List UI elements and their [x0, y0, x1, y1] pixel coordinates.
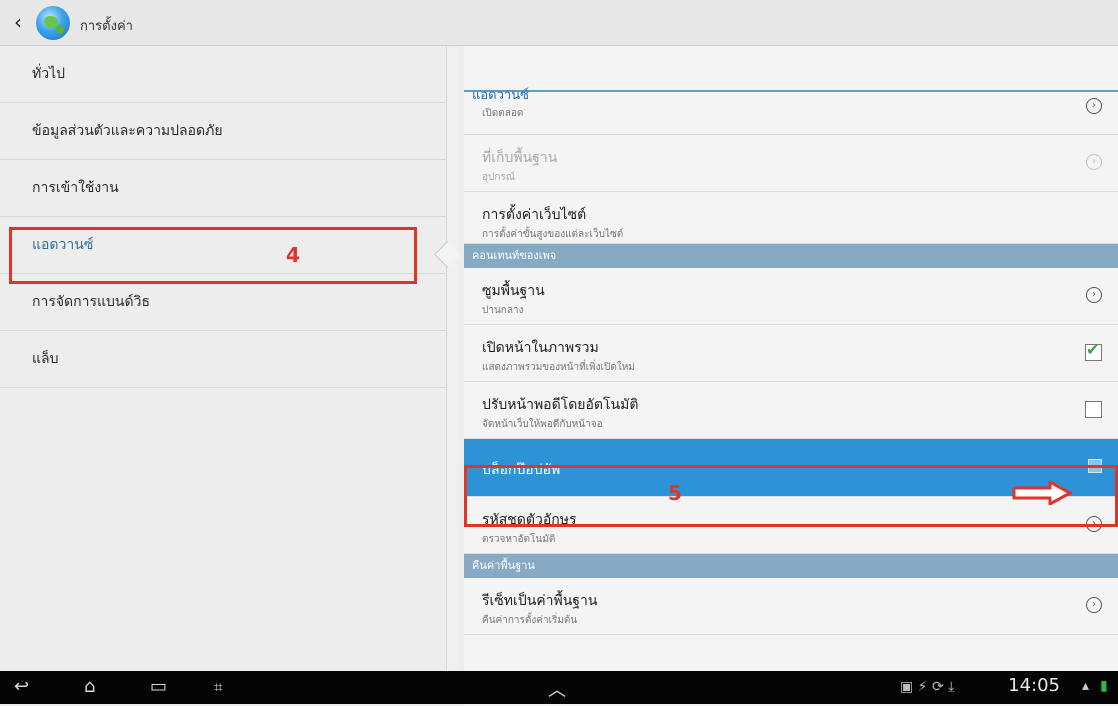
chevron-right-icon: ›: [1086, 154, 1102, 170]
browser-globe-icon[interactable]: [36, 6, 70, 40]
row-title: รีเซ็ทเป็นค่าพื้นฐาน: [482, 593, 598, 609]
pane-divider: [446, 46, 458, 704]
category-label: การเข้าใช้งาน: [32, 180, 119, 196]
page-title: การตั้งค่า: [80, 19, 133, 34]
row-title: ที่เก็บพื้นฐาน: [482, 150, 558, 166]
section-reset: คืนค่าพื้นฐาน: [464, 554, 1118, 578]
action-bar: ‹ การตั้งค่า: [0, 0, 1118, 46]
storage-default-row[interactable]: ที่เก็บพื้นฐาน อุปกรณ์ ›: [464, 135, 1118, 192]
category-labs[interactable]: แล็บ: [0, 331, 446, 388]
section-page-content: คอนเทนท์ของเพจ: [464, 244, 1118, 268]
pane-header: แอดวานซ์: [464, 46, 1118, 103]
status-icons: ▣ ⚡ ⟳ ⤓: [900, 679, 955, 695]
step-number-4: 4: [286, 243, 300, 267]
category-label: ข้อมูลส่วนตัวและความปลอดภัย: [32, 123, 223, 139]
row-title: ซูมพื้นฐาน: [482, 283, 545, 299]
row-subtitle: อุปกรณ์: [482, 172, 516, 183]
category-label: แล็บ: [32, 351, 59, 367]
chevron-right-icon: ›: [1086, 98, 1102, 114]
back-icon[interactable]: ‹: [14, 10, 22, 34]
clock: 14:05: [1008, 675, 1060, 696]
chevron-up-icon[interactable]: ︿: [548, 676, 566, 702]
nav-home-icon[interactable]: ⌂: [84, 676, 95, 697]
nav-recent-icon[interactable]: ▭: [150, 676, 167, 697]
default-zoom-row[interactable]: ซูมพื้นฐาน ปานกลาง ›: [464, 268, 1118, 325]
category-label: การจัดการแบนด์วิธ: [32, 294, 150, 310]
row-subtitle: แสดงภาพรวมของหน้าที่เพิ่งเปิดใหม่: [482, 362, 635, 373]
checkbox-icon[interactable]: [1085, 401, 1102, 418]
reset-default-row[interactable]: รีเซ็ทเป็นค่าพื้นฐาน คืนค่าการตั้งค่าเริ…: [464, 578, 1118, 635]
category-privacy-security[interactable]: ข้อมูลส่วนตัวและความปลอดภัย: [0, 103, 446, 160]
red-arrow-icon: [1012, 481, 1072, 505]
chevron-right-icon: ›: [1086, 287, 1102, 303]
partial-row[interactable]: เปิดตลอด ›: [464, 92, 1118, 135]
nav-back-icon[interactable]: ↩: [14, 676, 29, 697]
category-accessibility[interactable]: การเข้าใช้งาน: [0, 160, 446, 217]
screenshot-icon[interactable]: ⌗: [214, 678, 222, 696]
checkbox-icon[interactable]: [1085, 340, 1102, 361]
website-settings-row[interactable]: การตั้งค่าเว็บไซต์ การตั้งค่าขั้นสูงของแ…: [464, 192, 1118, 244]
step-number-5: 5: [668, 481, 682, 505]
settings-category-list: ทั่วไป ข้อมูลส่วนตัวและความปลอดภัย การเข…: [0, 46, 446, 704]
row-title: การตั้งค่าเว็บไซต์: [482, 207, 587, 223]
row-subtitle: การตั้งค่าขั้นสูงของแต่ละเว็บไซต์: [482, 229, 624, 240]
battery-icon: ▮: [1100, 678, 1108, 694]
row-title: เปิดหน้าในภาพรวม: [482, 340, 599, 356]
row-subtitle: ตรวจหาอัตโนมัติ: [482, 534, 556, 545]
highlight-box-step4: [9, 227, 417, 284]
category-general[interactable]: ทั่วไป: [0, 46, 446, 103]
row-title: ปรับหน้าพอดีโดยอัตโนมัติ: [482, 397, 639, 413]
advanced-settings-pane: แอดวานซ์ เปิดตลอด › ที่เก็บพื้นฐาน อุปกร…: [464, 46, 1118, 706]
row-subtitle: คืนค่าการตั้งค่าเริ่มต้น: [482, 615, 578, 626]
row-subtitle: จัดหน้าเว็บให้พอดีกับหน้าจอ: [482, 419, 603, 430]
auto-fit-row[interactable]: ปรับหน้าพอดีโดยอัตโนมัติ จัดหน้าเว็บให้พ…: [464, 382, 1118, 439]
category-label: ทั่วไป: [32, 66, 66, 82]
signal-icon: ▴: [1082, 678, 1090, 694]
chevron-right-icon: ›: [1086, 597, 1102, 613]
open-overview-row[interactable]: เปิดหน้าในภาพรวม แสดงภาพรวมของหน้าที่เพิ…: [464, 325, 1118, 382]
row-subtitle: เปิดตลอด: [482, 108, 524, 119]
system-nav-bar: ↩ ⌂ ▭ ⌗ ︿ ▣ ⚡ ⟳ ⤓ 14:05 ▴ ▮: [0, 671, 1118, 704]
row-subtitle: ปานกลาง: [482, 305, 524, 316]
